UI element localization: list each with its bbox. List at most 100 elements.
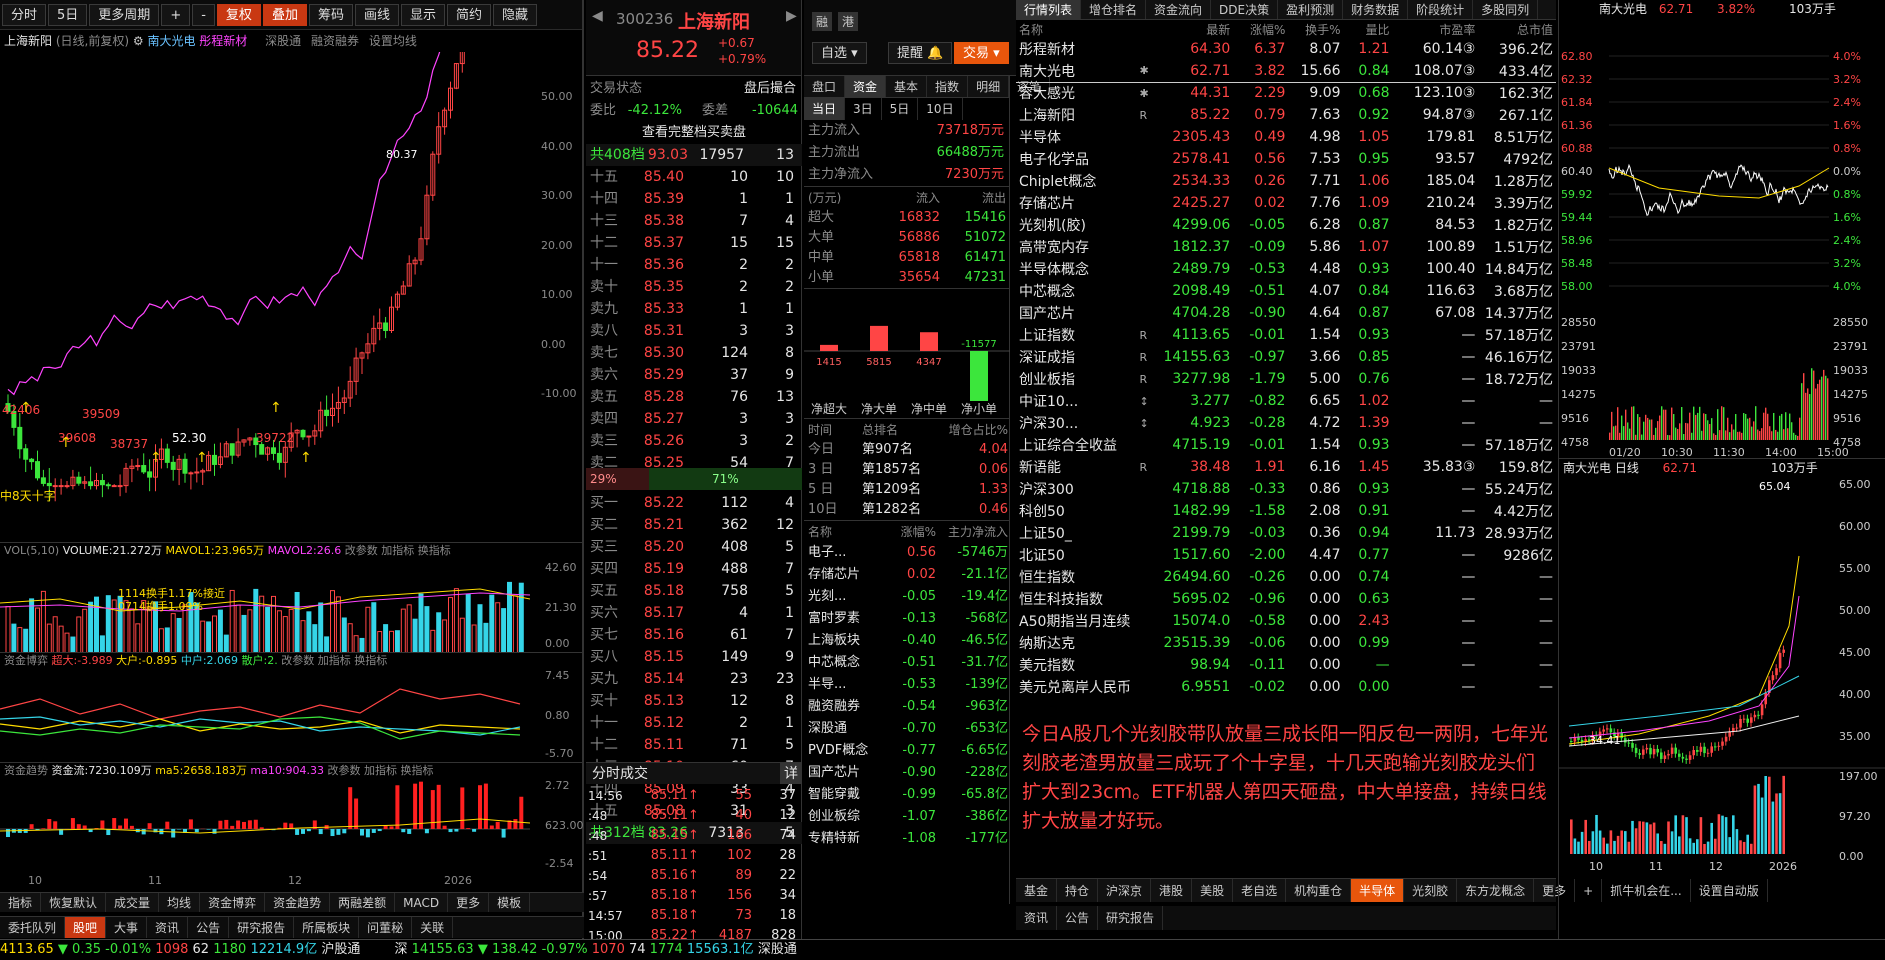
indicator-tab-4[interactable]: 资金博弈 bbox=[200, 893, 265, 912]
zoom-out-button[interactable]: - bbox=[192, 4, 215, 26]
boyi-param-button[interactable]: 改参数 bbox=[281, 654, 314, 667]
fund-tab-4[interactable]: 明细 bbox=[968, 76, 1009, 97]
watchlist-col-header[interactable]: 总市值 bbox=[1478, 20, 1556, 38]
watchlist-row[interactable]: 中证10... ↕ 3.277 -0.82 6.65 1.02 — — bbox=[1016, 390, 1556, 412]
footer-tab-1[interactable]: 股吧 bbox=[65, 917, 106, 938]
sector-row[interactable]: 深股通-0.70-653亿 bbox=[804, 718, 1009, 740]
watchlist-tab-5[interactable]: 财务数据 bbox=[1343, 0, 1408, 19]
footer-tab-6[interactable]: 所属板块 bbox=[294, 917, 359, 938]
fund-tab-2[interactable]: 基本 bbox=[886, 76, 927, 97]
indicator-tab-1[interactable]: 恢复默认 bbox=[41, 893, 106, 912]
link-margin[interactable]: 融资融券 bbox=[311, 34, 359, 48]
watchlist-col-header[interactable]: 涨幅% bbox=[1233, 20, 1288, 38]
watchlist-button[interactable]: 自选 ▾ bbox=[812, 42, 867, 64]
watchlist-tab-3[interactable]: DDE决策 bbox=[1211, 0, 1278, 19]
watchlist-tab-6[interactable]: 阶段统计 bbox=[1408, 0, 1473, 19]
trend-add-button[interactable]: 加指标 bbox=[364, 764, 397, 777]
simple-button[interactable]: 简约 bbox=[447, 4, 491, 26]
group-tab-4[interactable]: 美股 bbox=[1192, 879, 1233, 902]
watchlist-row[interactable]: 半导体 2305.43 0.49 4.98 1.05 179.81 8.51万亿 bbox=[1016, 126, 1556, 148]
footer-tab-4[interactable]: 公告 bbox=[188, 917, 229, 938]
sector-row[interactable]: 半导...-0.53-139亿 bbox=[804, 674, 1009, 696]
period-tab-1[interactable]: 3日 bbox=[845, 98, 882, 120]
period-5day-button[interactable]: 5日 bbox=[48, 4, 87, 26]
footer-tab-0[interactable]: 委托队列 bbox=[0, 917, 65, 938]
vol-add-button[interactable]: 加指标 bbox=[381, 544, 414, 557]
sector-row[interactable]: 中芯概念-0.51-31.7亿 bbox=[804, 652, 1009, 674]
footer-tab-7[interactable]: 问董秘 bbox=[359, 917, 412, 938]
indicator-tab-8[interactable]: 更多 bbox=[448, 893, 489, 912]
watchlist-col-header[interactable]: 最新 bbox=[1159, 20, 1233, 38]
group-tab-1[interactable]: 持仓 bbox=[1057, 879, 1098, 902]
watchlist-col-header[interactable]: 市盈率 bbox=[1393, 20, 1479, 38]
status-hgt[interactable]: 沪股通 bbox=[321, 942, 360, 957]
watchlist-row[interactable]: 存储芯片 2425.27 0.02 7.76 1.09 210.24 3.39万… bbox=[1016, 192, 1556, 214]
boyi-switch-button[interactable]: 换指标 bbox=[354, 654, 387, 667]
more-period-button[interactable]: 更多周期 bbox=[89, 4, 159, 26]
indicator-tab-2[interactable]: 成交量 bbox=[106, 893, 159, 912]
news-tab-0[interactable]: 资讯 bbox=[1016, 906, 1057, 930]
group-tab-2[interactable]: 沪深京 bbox=[1098, 879, 1151, 902]
indicator-tab-7[interactable]: MACD bbox=[395, 893, 448, 912]
watchlist-col-header[interactable] bbox=[1136, 20, 1158, 38]
watchlist-row[interactable]: 美元兑离岸人民币 6.9551 -0.02 0.00 0.00 — — bbox=[1016, 676, 1556, 698]
watchlist-row[interactable]: 创业板指 R 3277.98 -1.79 5.00 0.76 — 18.72万亿 bbox=[1016, 368, 1556, 390]
fund-tab-0[interactable]: 盘口 bbox=[804, 76, 845, 97]
next-stock-icon[interactable]: ▶ bbox=[786, 8, 797, 24]
watchlist-row[interactable]: 美元指数 98.94 -0.11 0.00 — — — bbox=[1016, 654, 1556, 676]
fund-tab-3[interactable]: 指数 bbox=[927, 76, 968, 97]
sector-row[interactable]: 电子...0.56-5746万 bbox=[804, 542, 1009, 564]
settings-icon[interactable]: ⚙ bbox=[133, 34, 144, 48]
display-button[interactable]: 显示 bbox=[401, 4, 445, 26]
sector-row[interactable]: 智能穿戴-0.99-65.8亿 bbox=[804, 784, 1009, 806]
watchlist-row[interactable]: 深证成指 R 14155.63 -0.97 3.66 0.85 — 46.16万… bbox=[1016, 346, 1556, 368]
watchlist-row[interactable]: 恒生科技指数 5695.02 -0.96 0.00 0.63 — — bbox=[1016, 588, 1556, 610]
watchlist-row[interactable]: 南大光电 ✱ 62.71 3.82 15.66 0.84 108.07③ 433… bbox=[1016, 60, 1556, 82]
footer-tab-3[interactable]: 资讯 bbox=[147, 917, 188, 938]
footer-tab-2[interactable]: 大事 bbox=[106, 917, 147, 938]
watchlist-row[interactable]: 恒生指数 26494.60 -0.26 0.00 0.74 — — bbox=[1016, 566, 1556, 588]
link-sgt[interactable]: 深股通 bbox=[265, 34, 301, 48]
watchlist-row[interactable]: 纳斯达克 23515.39 -0.06 0.00 0.99 — — bbox=[1016, 632, 1556, 654]
watchlist-col-header[interactable]: 换手% bbox=[1288, 20, 1343, 38]
group-tab-7[interactable]: 半导体 bbox=[1351, 879, 1404, 902]
group-tab-5[interactable]: 老自选 bbox=[1233, 879, 1286, 902]
news-tab-2[interactable]: 研究报告 bbox=[1098, 906, 1163, 930]
trend-switch-button[interactable]: 换指标 bbox=[401, 764, 434, 777]
group-tab-6[interactable]: 机构重仓 bbox=[1286, 879, 1351, 902]
zoom-in-button[interactable]: + bbox=[161, 4, 190, 26]
watchlist-row[interactable]: 沪深300 4718.88 -0.33 0.86 0.93 — 55.24万亿 bbox=[1016, 478, 1556, 500]
watchlist-tab-4[interactable]: 盈利预测 bbox=[1278, 0, 1343, 19]
watchlist-row[interactable]: 半导体概念 2489.79 -0.53 4.48 0.93 100.40 14.… bbox=[1016, 258, 1556, 280]
watchlist-row[interactable]: 容大感光 ✱ 44.31 2.29 9.09 0.68 123.10③ 162.… bbox=[1016, 82, 1556, 104]
alert-button[interactable]: 提醒 🔔 bbox=[888, 42, 952, 64]
sector-row[interactable]: 光刻...-0.05-19.4亿 bbox=[804, 586, 1009, 608]
hide-button[interactable]: 隐藏 bbox=[493, 4, 537, 26]
watchlist-row[interactable]: 新语能 R 38.48 1.91 6.16 1.45 35.83③ 159.8亿 bbox=[1016, 456, 1556, 478]
overlay-button[interactable]: 叠加 bbox=[263, 4, 307, 26]
period-tab-0[interactable]: 当日 bbox=[804, 98, 845, 120]
status-sgt[interactable]: 深股通 bbox=[758, 942, 797, 957]
watchlist-row[interactable]: 彤程新材 64.30 6.37 8.07 1.21 60.14③ 396.2亿 bbox=[1016, 38, 1556, 60]
restore-right-button[interactable]: 复权 bbox=[217, 4, 261, 26]
trend-param-button[interactable]: 改参数 bbox=[328, 764, 361, 777]
prev-stock-icon[interactable]: ◀ bbox=[592, 8, 603, 24]
footer-tab-5[interactable]: 研究报告 bbox=[229, 917, 294, 938]
news-tab-1[interactable]: 公告 bbox=[1057, 906, 1098, 930]
indicator-tab-9[interactable]: 模板 bbox=[489, 893, 530, 912]
watchlist-row[interactable]: 上证指数 R 4113.65 -0.01 1.54 0.93 — 57.18万亿 bbox=[1016, 324, 1556, 346]
watchlist-row[interactable]: Chiplet概念 2534.33 0.26 7.71 1.06 185.04 … bbox=[1016, 170, 1556, 192]
watchlist-row[interactable]: 国产芯片 4704.28 -0.90 4.64 0.87 67.08 14.37… bbox=[1016, 302, 1556, 324]
watchlist-row[interactable]: 北证50 1517.60 -2.00 4.47 0.77 — 9286亿 bbox=[1016, 544, 1556, 566]
fund-tab-1[interactable]: 资金 bbox=[845, 76, 886, 97]
watchlist-tab-2[interactable]: 资金流向 bbox=[1146, 0, 1211, 19]
compare-stock-1[interactable]: 南大光电 bbox=[147, 34, 195, 48]
watchlist-col-header[interactable]: 名称 bbox=[1016, 20, 1136, 38]
period-intraday-button[interactable]: 分时 bbox=[2, 4, 46, 26]
trade-button[interactable]: 交易 ▾ bbox=[954, 42, 1009, 64]
sector-row[interactable]: 专精特新-1.08-177亿 bbox=[804, 828, 1009, 850]
sector-row[interactable]: 融资融券-0.54-963亿 bbox=[804, 696, 1009, 718]
watchlist-row[interactable]: 科创50 1482.99 -1.58 2.08 0.91 — 4.42万亿 bbox=[1016, 500, 1556, 522]
indicator-tab-5[interactable]: 资金趋势 bbox=[265, 893, 330, 912]
indicator-tab-6[interactable]: 两融差额 bbox=[330, 893, 395, 912]
